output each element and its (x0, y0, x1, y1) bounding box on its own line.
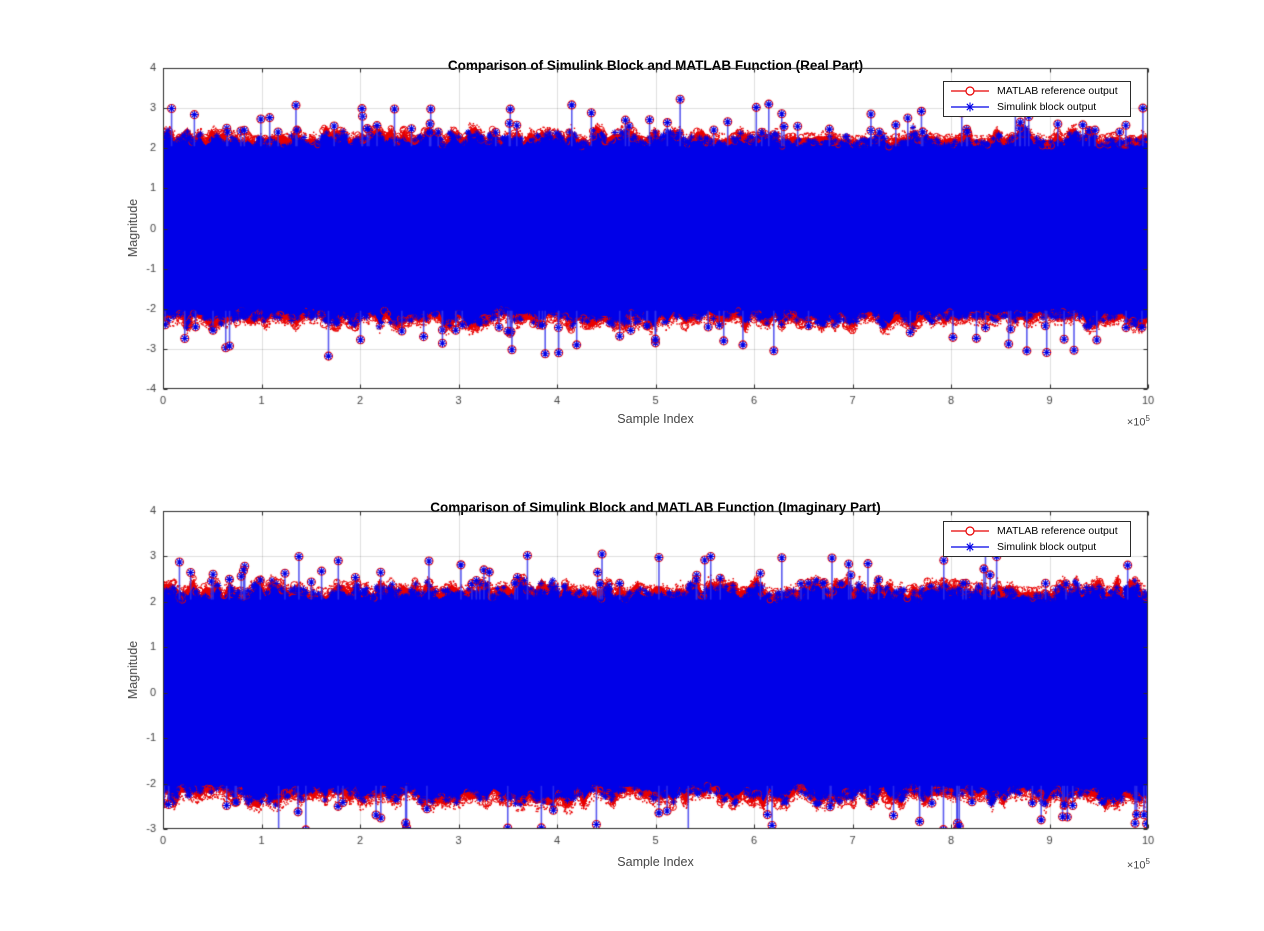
legend-item: MATLAB reference output (944, 83, 1130, 99)
y-axis-label: Magnitude (126, 199, 140, 257)
legend-item: MATLAB reference output (944, 523, 1130, 539)
legend-item: Simulink block output (944, 99, 1130, 115)
legend-label: Simulink block output (997, 101, 1096, 113)
y-axis-label: Magnitude (126, 641, 140, 699)
matlab-figure: Comparison of Simulink Block and MATLAB … (0, 0, 1264, 931)
legend-item: Simulink block output (944, 539, 1130, 555)
blue-line-asterisk-marker-icon (950, 99, 990, 115)
legend-label: MATLAB reference output (997, 85, 1118, 97)
red-line-circle-marker-icon (950, 523, 990, 539)
red-line-circle-marker-icon (950, 83, 990, 99)
legend-label: Simulink block output (997, 541, 1096, 553)
x-axis-label: Sample Index (163, 855, 1148, 869)
legend: MATLAB reference output Simulink block (943, 81, 1131, 117)
x-axis-label: Sample Index (163, 412, 1148, 426)
legend-label: MATLAB reference output (997, 525, 1118, 537)
blue-line-asterisk-marker-icon (950, 539, 990, 555)
x-axis-exponent-label: ×105 (1127, 414, 1150, 429)
x-axis-exponent-label: ×105 (1127, 857, 1150, 872)
legend: MATLAB reference output Simulink block (943, 521, 1131, 557)
